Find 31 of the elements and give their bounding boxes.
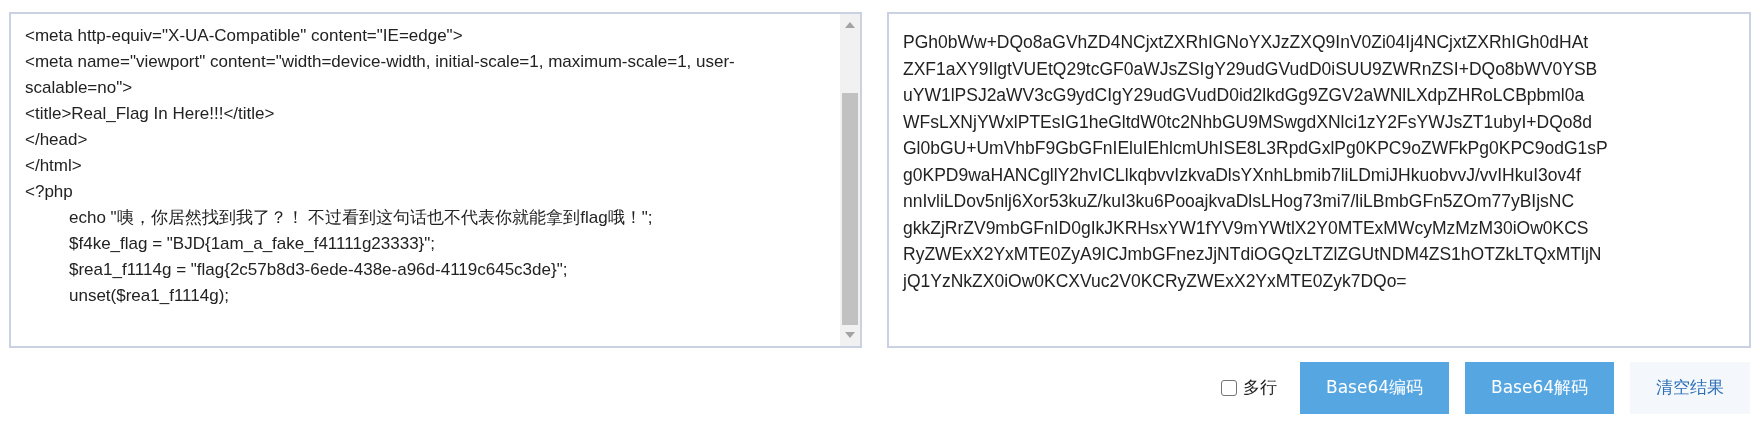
code-line: echo "咦，你居然找到我了？！ 不过看到这句话也不代表你就能拿到flag哦！"; [68, 207, 654, 229]
scroll-down-arrow-icon[interactable] [845, 332, 855, 338]
code-line: $rea1_f1114g = "flag{2c57b8d3-6ede-438e-a96d-4119c645c3de}"; [68, 259, 569, 281]
result-line: RyZWExX2YxMTE0ZyA9ICJmbGFnezJjNTdiOGQzLTZlZGUtNDM4ZS1hOTZkLTQxMTljN [903, 243, 1603, 266]
code-line: </html> [25, 155, 83, 177]
code-line: </head> [25, 129, 89, 151]
multiline-label: 多行 [1243, 376, 1277, 400]
code-line: <title>Real_Flag In Here!!!</title> [25, 103, 276, 125]
scrollbar[interactable] [840, 14, 860, 346]
multiline-checkbox[interactable] [1221, 380, 1237, 396]
result-line: WFsLXNjYWxlPTEsIG1heGltdW0tc2NhbGU9MSwgdXNlci1zY2FsYWJsZT1ubyI+DQo8d [903, 110, 1593, 134]
result-line: g0KPD9waHANCgllY2hvICLlkqbvvIzkvaDlsYXnhLbmib7liLDmiJHkuobvvJ/vvIHkuI3ov4f [903, 163, 1582, 187]
source-text-area[interactable] [9, 12, 862, 348]
result-line: nnIvliLDov5nlj6Xor53kuZ/kuI3ku6PooajkvaDlsLHog73mi7/liLBmbGFn5ZOm77yBIjsNC [903, 190, 1576, 213]
result-line: jQ1YzNkZX0iOw0KCXVuc2V0KCRyZWExX2YxMTE0Zyk7DQo= [903, 269, 1408, 293]
code-line: <meta http-equiv="X-UA-Compatible" content="IE=edge"> [25, 25, 464, 47]
result-line: Gl0bGU+UmVhbF9GbGFnIEluIEhlcmUhISE8L3RpdGxlPg0KPC9oZWFkPg0KPC9odG1sP [903, 137, 1609, 160]
result-line: PGh0bWw+DQo8aGVhZD4NCjxtZXRhIGNoYXJzZXQ9InV0Zi04Ij4NCjxtZXRhIGh0dHAt [903, 31, 1590, 54]
scroll-up-arrow-icon[interactable] [845, 22, 855, 28]
scrollbar-thumb[interactable] [842, 93, 858, 325]
result-line: uYW1lPSJ2aWV3cG9ydCIgY29udGVudD0id2lkdGg9ZGV2aWNlLXdpZHRoLCBpbml0a [903, 84, 1586, 107]
action-button[interactable]: Base64编码 [1300, 362, 1449, 414]
clear-button[interactable]: 清空结果 [1630, 362, 1750, 414]
code-line: unset($rea1_f1114g); [68, 285, 231, 307]
code-line: <?php [25, 181, 74, 203]
result-line: gkkZjRrZV9mbGFnID0gIkJKRHsxYW1fYV9mYWtlX2Y0MTExMWcyMzMzM30iOw0KCS [903, 216, 1590, 240]
result-line: ZXF1aXY9IlgtVUEtQ29tcGF0aWJsZSIgY29udGVudD0iSUU9ZWRnZSI+DQo8bWV0YSB [903, 57, 1599, 81]
code-line: $f4ke_flag = "BJD{1am_a_fake_f41111g23333}"; [68, 233, 437, 255]
code-line: <meta name="viewport" content="width=device-width, initial-scale=1, maximum-scale=1, user-scalable=no"> [25, 51, 736, 99]
action-button[interactable]: Base64解码 [1465, 362, 1614, 414]
result-text-area[interactable] [887, 12, 1751, 348]
